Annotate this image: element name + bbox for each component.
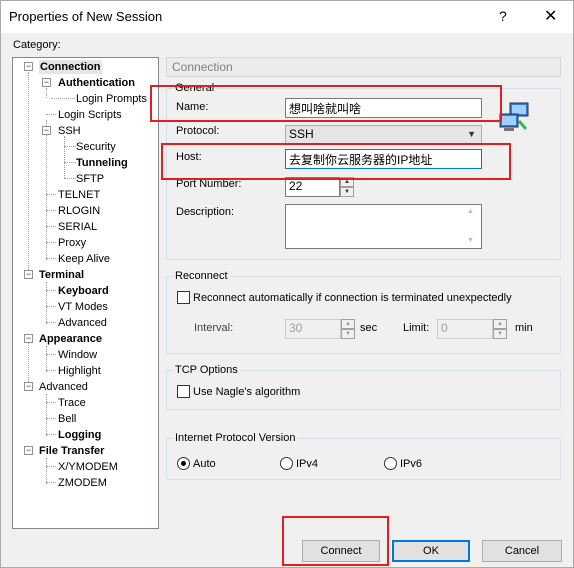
panel-header: Connection <box>166 57 561 77</box>
radio-ipv4[interactable] <box>280 457 293 470</box>
description-textarea[interactable] <box>285 204 482 249</box>
category-label: Category: <box>13 39 61 51</box>
tree-item-login-scripts[interactable]: Login Scripts <box>58 108 122 122</box>
tree-item-highlight[interactable]: Highlight <box>58 364 101 378</box>
limit-up-icon[interactable]: ▲ <box>493 319 507 329</box>
tree-item-serial[interactable]: SERIAL <box>58 220 97 234</box>
tree-item-window[interactable]: Window <box>58 348 97 362</box>
tree-item-logging[interactable]: Logging <box>58 428 101 442</box>
tree-item-advanced[interactable]: Advanced <box>58 316 107 330</box>
radio-ipv4-label: IPv4 <box>296 458 319 470</box>
tree-item-appearance[interactable]: Appearance <box>39 332 102 346</box>
reconnect-checkbox[interactable] <box>177 291 190 304</box>
interval-input[interactable]: 30 <box>285 319 341 339</box>
tree-item-rlogin[interactable]: RLOGIN <box>58 204 100 218</box>
ip-version-group <box>166 438 561 480</box>
limit-down-icon[interactable]: ▼ <box>493 329 507 339</box>
interval-up-icon[interactable]: ▲ <box>341 319 355 329</box>
tree-item-security[interactable]: Security <box>76 140 116 154</box>
nagle-label: Use Nagle's algorithm <box>193 386 301 398</box>
limit-input[interactable]: 0 <box>437 319 493 339</box>
tree-item-bell[interactable]: Bell <box>58 412 76 426</box>
radio-auto[interactable] <box>177 457 190 470</box>
close-icon[interactable]: ✕ <box>544 6 557 26</box>
tree-item-tunneling[interactable]: Tunneling <box>76 156 128 170</box>
tree-item-connection[interactable]: Connection <box>39 60 102 74</box>
scroll-down-icon[interactable]: ▼ <box>467 237 474 244</box>
ok-button[interactable]: OK <box>392 540 470 562</box>
help-button[interactable]: ? <box>499 8 507 24</box>
tree-item-authentication[interactable]: Authentication <box>58 76 135 90</box>
tree-item-vt-modes[interactable]: VT Modes <box>58 300 108 314</box>
tree-item-ssh[interactable]: SSH <box>58 124 81 138</box>
radio-ipv6-label: IPv6 <box>400 458 423 470</box>
protocol-value: SSH <box>289 127 314 141</box>
description-label: Description: <box>176 206 235 218</box>
nagle-checkbox[interactable] <box>177 385 190 398</box>
radio-auto-label: Auto <box>193 458 216 470</box>
scroll-up-icon[interactable]: ▲ <box>467 208 474 215</box>
tree-item-login-prompts[interactable]: Login Prompts <box>76 92 147 106</box>
annotation-box-name <box>150 85 502 122</box>
tcp-title: TCP Options <box>173 364 240 376</box>
tree-item-zmodem[interactable]: ZMODEM <box>58 476 107 490</box>
ip-version-title: Internet Protocol Version <box>173 432 298 444</box>
tree-item-terminal[interactable]: Terminal <box>39 268 84 282</box>
limit-label: Limit: <box>403 322 430 334</box>
min-label: min <box>515 322 533 334</box>
network-computers-icon <box>499 102 529 131</box>
reconnect-group <box>166 276 561 354</box>
port-down-icon[interactable]: ▼ <box>340 187 354 197</box>
properties-dialog: Properties of New Session ? ✕ Category: <box>0 0 574 568</box>
window-title: Properties of New Session <box>9 9 163 24</box>
tree-item-sftp[interactable]: SFTP <box>76 172 104 186</box>
tree-item-keep-alive[interactable]: Keep Alive <box>58 252 110 266</box>
tree-item-advanced-root[interactable]: Advanced <box>39 380 88 394</box>
tree-item-proxy[interactable]: Proxy <box>58 236 86 250</box>
annotation-box-host <box>161 143 511 180</box>
sec-label: sec <box>360 322 378 334</box>
interval-down-icon[interactable]: ▼ <box>341 329 355 339</box>
port-input[interactable]: 22 <box>285 177 340 197</box>
reconnect-title: Reconnect <box>173 270 230 282</box>
tree-item-file-transfer[interactable]: File Transfer <box>39 444 104 458</box>
radio-ipv6[interactable] <box>384 457 397 470</box>
protocol-label: Protocol: <box>176 125 220 137</box>
chevron-down-icon: ▼ <box>467 129 476 139</box>
protocol-select[interactable]: SSH ▼ <box>285 125 482 145</box>
tree-item-keyboard[interactable]: Keyboard <box>58 284 109 298</box>
reconnect-label: Reconnect automatically if connection is… <box>193 292 512 304</box>
interval-label: Interval: <box>194 322 234 334</box>
category-tree[interactable]: − Connection − Authentication Login Prom… <box>12 57 159 529</box>
tree-item-trace[interactable]: Trace <box>58 396 86 410</box>
tree-item-xymodem[interactable]: X/YMODEM <box>58 460 118 474</box>
cancel-button[interactable]: Cancel <box>482 540 562 562</box>
annotation-box-connect <box>282 516 389 566</box>
tree-item-telnet[interactable]: TELNET <box>58 188 100 202</box>
